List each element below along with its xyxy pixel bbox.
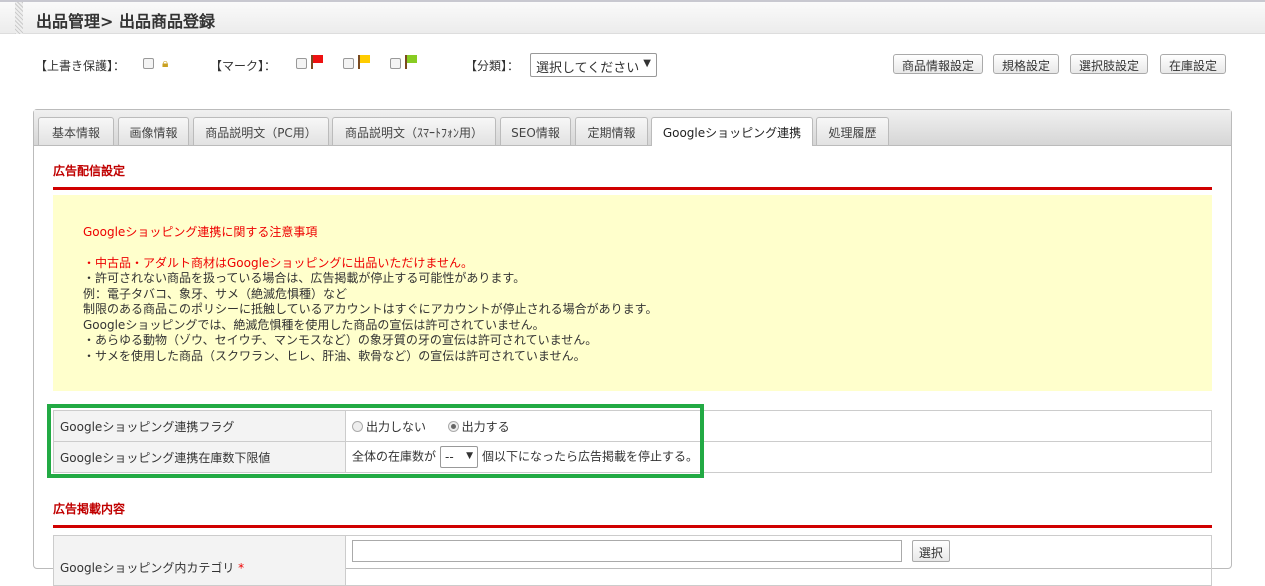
category-field-label: Googleショッピング内カテゴリ * — [53, 535, 346, 586]
product-info-button[interactable]: 商品情報設定 — [893, 54, 984, 74]
category-field-text: Googleショッピング内カテゴリ — [60, 561, 235, 575]
notice-title: Googleショッピング連携に関する注意事項 — [83, 225, 318, 239]
section-ad-content: 広告掲載内容 — [53, 500, 1212, 528]
tab-desc-sp[interactable]: 商品説明文（ｽﾏｰﾄﾌｫﾝ用） — [332, 117, 496, 145]
table-row: Googleショッピング内カテゴリ * 選択 — [53, 535, 1212, 586]
section-ad-settings: 広告配信設定 — [53, 162, 1212, 190]
tab-history[interactable]: 処理履歴 — [816, 117, 889, 145]
lock-icon: 🔒︎ — [162, 56, 169, 70]
main-panel: 基本情報 画像情報 商品説明文（PC用） 商品説明文（ｽﾏｰﾄﾌｫﾝ用） SEO… — [33, 109, 1232, 586]
chevron-down-icon: ▼ — [643, 58, 651, 69]
notice-line: ・許可されない商品を扱っている場合は、広告掲載が停止する可能性があります。 — [83, 271, 526, 285]
tab-bar: 基本情報 画像情報 商品説明文（PC用） 商品説明文（ｽﾏｰﾄﾌｫﾝ用） SEO… — [34, 110, 1231, 146]
category-field: 選択 — [345, 535, 1212, 586]
tab-images[interactable]: 画像情報 — [118, 117, 189, 145]
notice-line: Googleショッピングでは、絶滅危惧種を使用した商品の宣伝は許可されていません… — [83, 317, 545, 332]
notice-line: 例：電子タバコ、象牙、サメ（絶滅危惧種）など — [83, 286, 348, 301]
mark-label: 【マーク】： — [210, 59, 277, 73]
page-header: 出品管理> 出品商品登録 — [0, 0, 1265, 34]
mark-green-checkbox[interactable] — [390, 58, 401, 69]
category-input[interactable] — [352, 540, 902, 562]
tab-basic[interactable]: 基本情報 — [38, 117, 114, 145]
select-category-button[interactable]: 選択 — [911, 540, 950, 562]
category-select[interactable]: 選択してください ▼ — [530, 53, 657, 77]
choice-button[interactable]: 選択肢設定 — [1070, 54, 1149, 74]
highlight-box — [47, 404, 704, 478]
notice-line: 制限のある商品このポリシーに抵触しているアカウントはすぐにアカウントが停止される… — [83, 302, 658, 316]
notice-line: ・サメを使用した商品（スクワラン、ヒレ、肝油、軟骨など）の宣伝は許可されていませ… — [83, 348, 586, 363]
mark-yellow-checkbox[interactable] — [343, 58, 354, 69]
category-select-value: 選択してください — [536, 61, 640, 76]
required-mark: * — [238, 561, 245, 575]
tab-seo[interactable]: SEO情報 — [500, 117, 571, 145]
stock-button[interactable]: 在庫設定 — [1160, 54, 1227, 74]
notice-box: Googleショッピング連携に関する注意事項 ・中古品・アダルト商材はGoogl… — [53, 195, 1212, 391]
category-label: 【分類】： — [465, 59, 520, 73]
overwrite-checkbox[interactable] — [143, 58, 154, 69]
red-flag-icon — [311, 55, 323, 69]
ad-content-table: Googleショッピング内カテゴリ * 選択 — [53, 535, 1212, 586]
tab-subscription[interactable]: 定期情報 — [575, 117, 648, 145]
page-title: 出品管理> 出品商品登録 — [36, 12, 215, 31]
tab-google-shopping[interactable]: Googleショッピング連携 — [651, 117, 813, 146]
mark-red-checkbox[interactable] — [296, 58, 307, 69]
yellow-flag-icon — [358, 55, 370, 69]
notice-line: ・あらゆる動物（ゾウ、セイウチ、マンモスなど）の象牙質の牙の宣伝は許可されていま… — [83, 333, 598, 347]
overwrite-label: 【上書き保護】： — [35, 59, 126, 73]
notice-line: ・中古品・アダルト商材はGoogleショッピングに出品いただけません。 — [83, 255, 473, 270]
green-flag-icon — [405, 55, 417, 69]
tab-desc-pc[interactable]: 商品説明文（PC用） — [193, 117, 329, 145]
grip-icon — [15, 2, 23, 34]
spec-button[interactable]: 規格設定 — [993, 54, 1060, 74]
